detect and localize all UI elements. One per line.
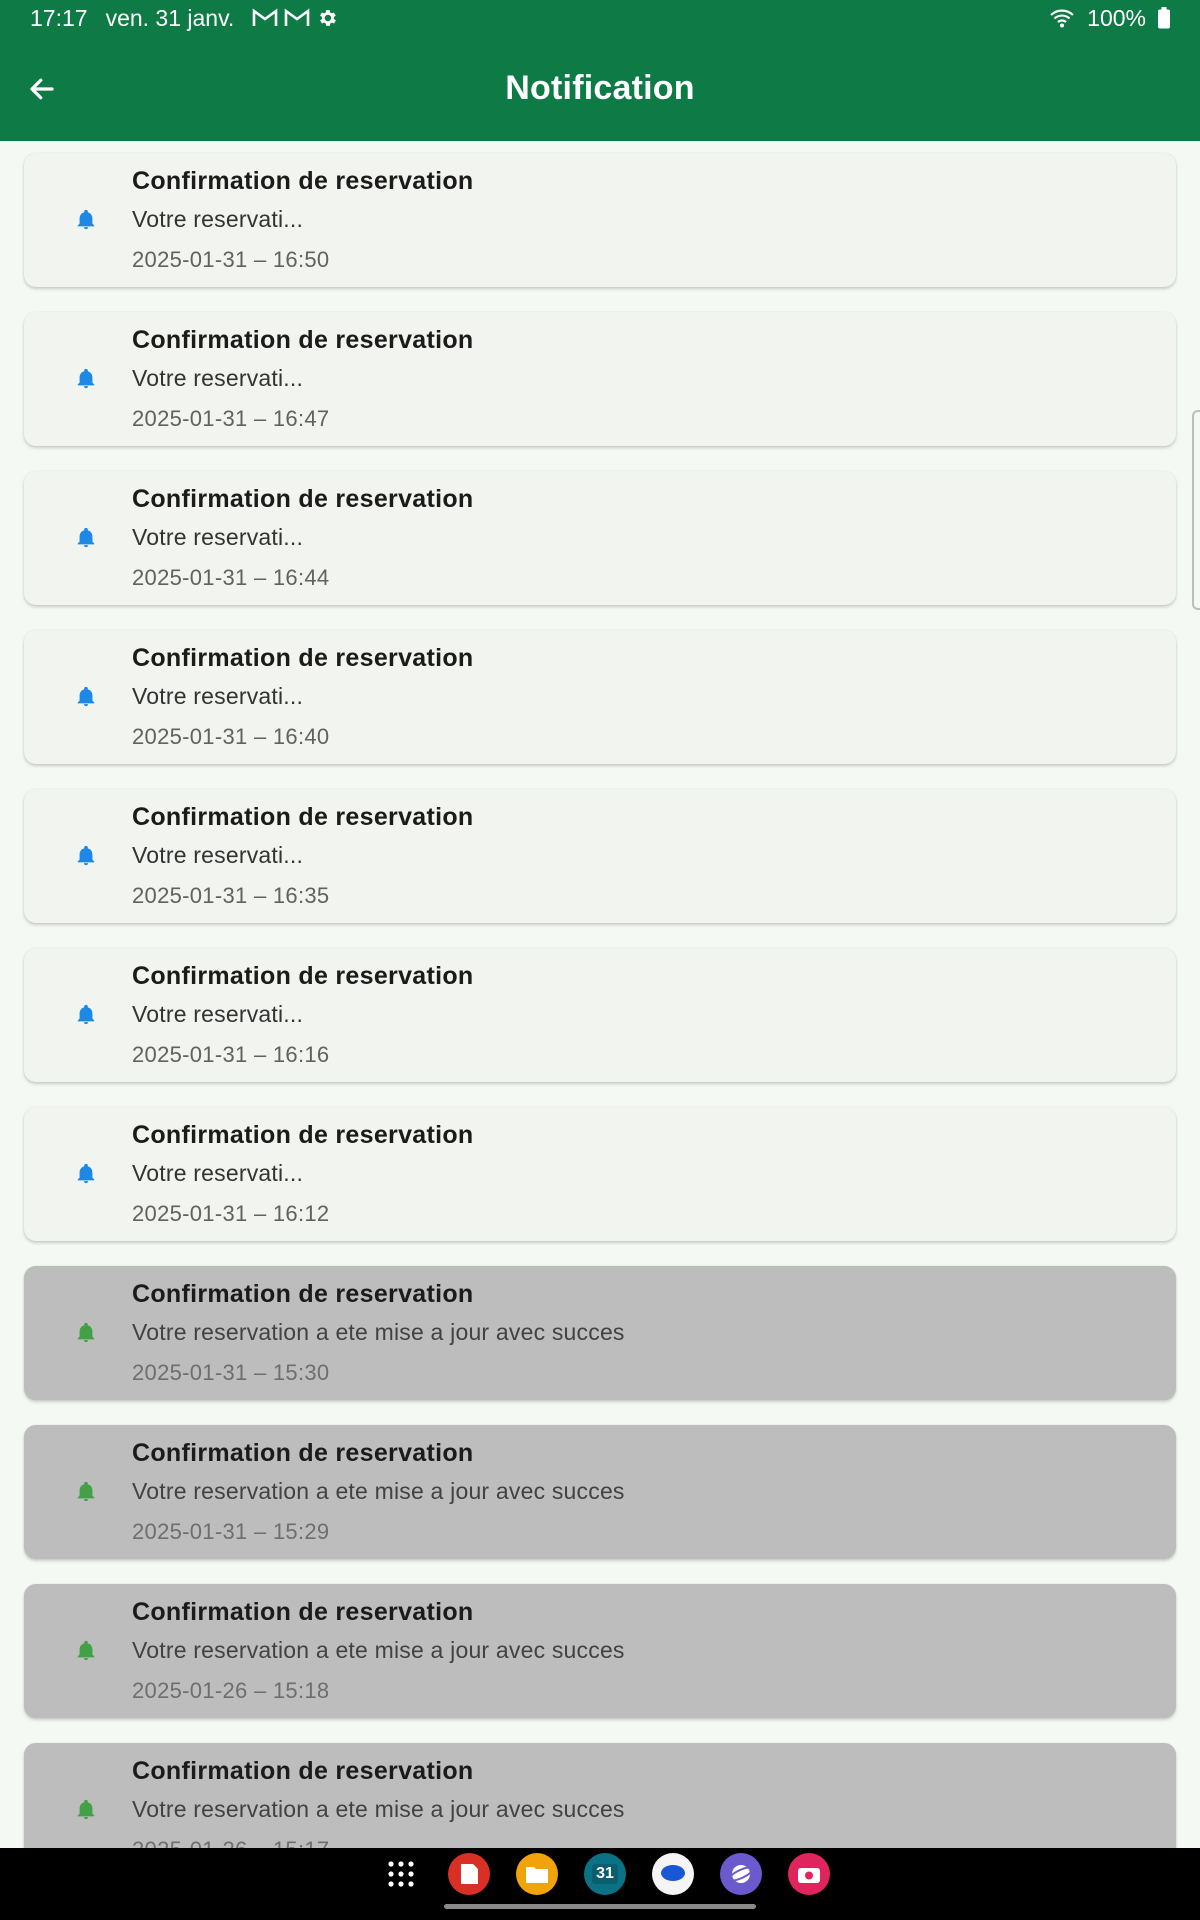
notification-message: Votre reservation a ete mise a jour avec… (132, 1796, 625, 1822)
scroll-handle[interactable] (1192, 410, 1200, 610)
notification-texts: Confirmation de reservation Votre reserva… (132, 1598, 625, 1704)
calendar-app-icon[interactable]: 31 (584, 1853, 626, 1895)
notification-date: 2025-01-31 – 16:40 (132, 724, 330, 749)
notification-texts: Confirmation de reservation Votre reserva… (132, 644, 474, 750)
notification-texts: Confirmation de reservation Votre reserva… (132, 167, 474, 273)
bell-icon (66, 359, 106, 399)
notification-card[interactable]: Confirmation de reservation Votre reserva… (24, 471, 1176, 605)
notification-list[interactable]: Confirmation de reservation Votre reserva… (0, 141, 1200, 1848)
notification-title: Confirmation de reservation (132, 962, 474, 990)
notification-title: Confirmation de reservation (132, 485, 474, 513)
bell-icon (66, 200, 106, 240)
notification-title: Confirmation de reservation (132, 1439, 474, 1467)
notification-texts: Confirmation de reservation Votre reserva… (132, 1757, 625, 1848)
bell-icon (66, 1313, 106, 1353)
notification-title: Confirmation de reservation (132, 1121, 474, 1149)
status-time: 17:17 (30, 4, 88, 31)
notification-date: 2025-01-31 – 16:16 (132, 1042, 330, 1067)
notification-texts: Confirmation de reservation Votre reserva… (132, 1439, 625, 1545)
bell-icon (66, 518, 106, 558)
status-date: ven. 31 janv. (105, 4, 235, 31)
notification-date: 2025-01-31 – 16:44 (132, 565, 330, 590)
gmail-notification-icon (284, 8, 310, 26)
notes-app-icon[interactable] (448, 1853, 490, 1895)
app-dock: 31 (380, 1852, 830, 1896)
bell-icon (66, 1472, 106, 1512)
notification-card[interactable]: Confirmation de reservation Votre reserva… (24, 1743, 1176, 1848)
bell-icon (66, 995, 106, 1035)
notification-title: Confirmation de reservation (132, 1598, 474, 1626)
notification-title: Confirmation de reservation (132, 167, 474, 195)
notification-message: Votre reservati... (132, 206, 304, 232)
notification-card[interactable]: Confirmation de reservation Votre reserva… (24, 1107, 1176, 1241)
page-title: Notification (505, 69, 695, 107)
battery-percent: 100% (1087, 4, 1146, 31)
gmail-notification-icon (252, 8, 278, 26)
notification-date: 2025-01-31 – 16:50 (132, 247, 330, 272)
bell-icon (66, 1631, 106, 1671)
notification-message: Votre reservation a ete mise a jour avec… (132, 1637, 625, 1663)
notification-texts: Confirmation de reservation Votre reserva… (132, 803, 474, 909)
notification-message: Votre reservati... (132, 365, 304, 391)
notification-date: 2025-01-31 – 16:47 (132, 406, 330, 431)
internet-app-icon[interactable] (720, 1853, 762, 1895)
bell-icon (66, 1154, 106, 1194)
notification-card[interactable]: Confirmation de reservation Votre reserva… (24, 1425, 1176, 1559)
notification-message: Votre reservati... (132, 1160, 304, 1186)
notification-card[interactable]: Confirmation de reservation Votre reserva… (24, 948, 1176, 1082)
bell-icon (66, 1790, 106, 1830)
notification-date: 2025-01-31 – 16:35 (132, 883, 330, 908)
notification-texts: Confirmation de reservation Votre reserva… (132, 326, 474, 432)
notification-date: 2025-01-31 – 15:29 (132, 1519, 330, 1544)
arrow-left-icon (30, 78, 54, 99)
wifi-icon (1050, 9, 1074, 28)
settings-notification-icon (320, 10, 337, 26)
notification-message: Votre reservati... (132, 842, 304, 868)
app-drawer-icon[interactable] (380, 1853, 422, 1895)
notification-title: Confirmation de reservation (132, 803, 474, 831)
notification-message: Votre reservati... (132, 524, 304, 550)
notification-title: Confirmation de reservation (132, 644, 474, 672)
notification-message: Votre reservation a ete mise a jour avec… (132, 1319, 625, 1345)
bell-icon (66, 677, 106, 717)
notification-card[interactable]: Confirmation de reservation Votre reserva… (24, 1584, 1176, 1718)
files-app-icon[interactable] (516, 1853, 558, 1895)
status-bar: 17:17 ven. 31 janv. 100% (0, 0, 1200, 36)
home-indicator[interactable] (444, 1904, 756, 1909)
notification-title: Confirmation de reservation (132, 1757, 474, 1785)
notification-date: 2025-01-31 – 15:30 (132, 1360, 330, 1385)
notification-texts: Confirmation de reservation Votre reserva… (132, 1121, 474, 1227)
battery-icon (1158, 7, 1170, 29)
notification-date: 2025-01-26 – 15:18 (132, 1678, 330, 1703)
notification-card[interactable]: Confirmation de reservation Votre reserva… (24, 789, 1176, 923)
notification-message: Votre reservati... (132, 1001, 304, 1027)
camera-app-icon[interactable] (788, 1853, 830, 1895)
notification-texts: Confirmation de reservation Votre reserva… (132, 962, 474, 1068)
notification-date: 2025-01-26 – 15:17 (132, 1837, 625, 1848)
notification-card[interactable]: Confirmation de reservation Votre reserva… (24, 630, 1176, 764)
bell-icon (66, 836, 106, 876)
notification-card[interactable]: Confirmation de reservation Votre reserva… (24, 312, 1176, 446)
notification-message: Votre reservati... (132, 683, 304, 709)
calendar-day-label: 31 (592, 1864, 618, 1884)
notification-texts: Confirmation de reservation Votre reserva… (132, 1280, 625, 1386)
notification-title: Confirmation de reservation (132, 1280, 474, 1308)
notification-message: Votre reservation a ete mise a jour avec… (132, 1478, 625, 1504)
notification-card[interactable]: Confirmation de reservation Votre reserva… (24, 1266, 1176, 1400)
notification-title: Confirmation de reservation (132, 326, 474, 354)
notification-texts: Confirmation de reservation Votre reserva… (132, 485, 474, 591)
back-button[interactable] (22, 69, 62, 109)
messages-app-icon[interactable] (652, 1853, 694, 1895)
notification-date: 2025-01-31 – 16:12 (132, 1201, 330, 1226)
app-bar: Notification (0, 36, 1200, 141)
notification-card[interactable]: Confirmation de reservation Votre reserva… (24, 153, 1176, 287)
